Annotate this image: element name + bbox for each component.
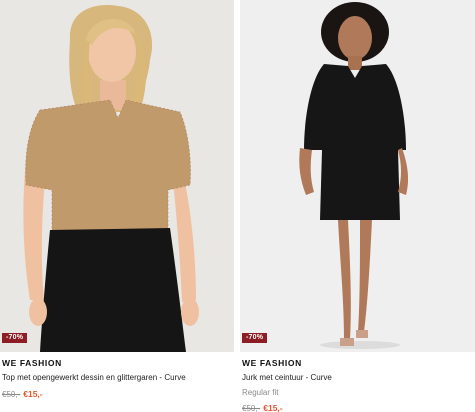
sale-price: €15,- — [23, 389, 43, 399]
product-info: WE FASHION Top met opengewerkt dessin en… — [0, 352, 234, 401]
original-price: €50,- — [2, 390, 21, 399]
product-prices: €50,- €15,- — [2, 387, 232, 401]
product-fit: Regular fit — [242, 388, 279, 397]
original-price: €50,- — [242, 404, 261, 412]
product-brand: WE FASHION — [242, 358, 302, 368]
discount-badge: -70% — [242, 333, 268, 343]
product-photo-dress — [299, 2, 409, 349]
product-card[interactable]: -70% WE FASHION Jurk met ceintuur - Curv… — [240, 0, 475, 412]
product-grid: -70% WE FASHION Top met opengewerkt dess… — [0, 0, 475, 412]
product-info: WE FASHION Jurk met ceintuur - Curve Reg… — [240, 352, 475, 412]
product-title[interactable]: Jurk met ceintuur - Curve — [242, 372, 473, 384]
product-image[interactable]: -70% — [240, 0, 475, 352]
product-card[interactable]: -70% WE FASHION Top met opengewerkt dess… — [0, 0, 234, 401]
product-image[interactable]: -70% — [0, 0, 234, 352]
product-prices: €50,- €15,- — [242, 401, 473, 412]
product-title[interactable]: Top met opengewerkt dessin en glittergar… — [2, 372, 232, 384]
product-photo-top — [23, 5, 199, 352]
product-brand: WE FASHION — [2, 358, 62, 368]
sale-price: €15,- — [263, 403, 283, 412]
discount-badge: -70% — [2, 333, 28, 343]
